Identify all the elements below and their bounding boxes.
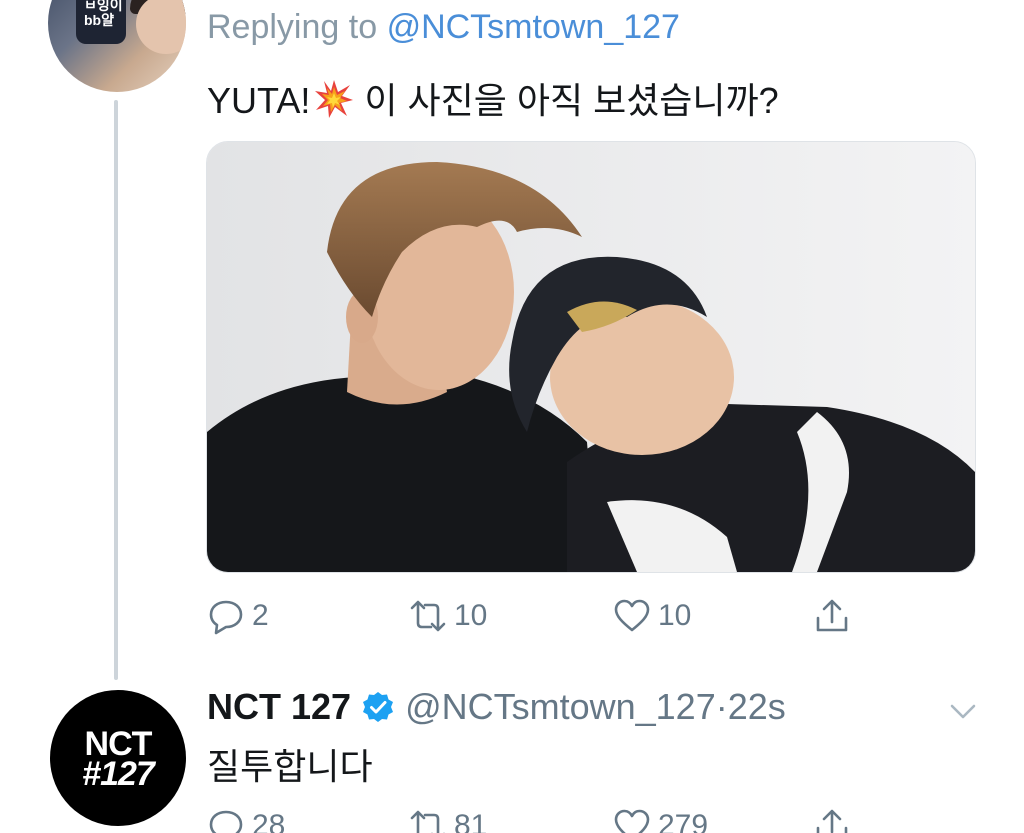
reply-count: 2 [252,599,269,632]
share-icon [816,809,848,833]
retweet-icon [410,600,446,632]
heart-icon [614,599,650,632]
heart-icon [614,809,650,833]
user-avatar[interactable]: ㅂ잉이 bb얄 [48,0,186,92]
tweet-text-end: 이 사진을 아직 보셨습니까? [364,80,779,121]
replying-to-label: Replying to [207,8,378,46]
share-icon [816,599,848,632]
chevron-down-icon[interactable] [946,694,980,728]
comment-icon [209,600,243,635]
like-button-2[interactable]: 279 [612,804,708,833]
separator-dot: · [715,686,728,727]
photo-illustration [207,142,975,572]
like-count-2: 279 [658,809,709,833]
like-count: 10 [658,599,692,632]
like-button[interactable]: 10 [612,594,691,638]
avatar-face [136,0,186,54]
127-logo-text: #127 [82,755,155,793]
avatar-sticker-text: ㅂ잉이 bb얄 [84,0,123,28]
tweet-text-2: 질투합니다 [207,746,373,787]
replying-to: Replying to @NCTsmtown_127 [207,8,680,47]
retweet-count-2: 81 [454,809,488,833]
retweet-icon [410,810,445,833]
reply-count-2: 28 [252,809,286,833]
replying-to-handle-link[interactable]: @NCTsmtown_127 [387,8,680,46]
share-button-2[interactable] [812,804,852,833]
nct127-avatar[interactable]: NCT #127 [50,690,186,826]
tweet-thread: ㅂ잉이 bb얄 Replying to @NCTsmtown_127 YUTA!… [0,0,1024,833]
thread-connector-line [114,100,118,680]
tweet-actions: 2 10 10 [206,594,866,638]
tweet-header: NCT 127 @NCTsmtown_127 · 22s [207,686,786,728]
user-handle[interactable]: @NCTsmtown_127 [405,686,716,728]
tweet-text: YUTA! 이 사진을 아직 보셨습니까? [207,72,779,124]
collision-emoji-icon [315,80,354,118]
retweet-button-2[interactable]: 81 [408,804,487,833]
reply-button-2[interactable]: 28 [206,804,285,833]
comment-icon [209,810,243,833]
tweet-actions-2: 28 81 279 [206,804,866,833]
verified-badge-icon [363,692,394,722]
reply-button[interactable]: 2 [206,594,269,638]
retweet-count: 10 [454,599,488,632]
tweet-photo[interactable] [206,141,976,573]
tweet-text-start: YUTA! [207,80,311,121]
share-button[interactable] [812,594,852,638]
display-name[interactable]: NCT 127 [207,686,351,728]
retweet-button[interactable]: 10 [408,594,487,638]
tweet-timestamp[interactable]: 22s [728,686,786,728]
